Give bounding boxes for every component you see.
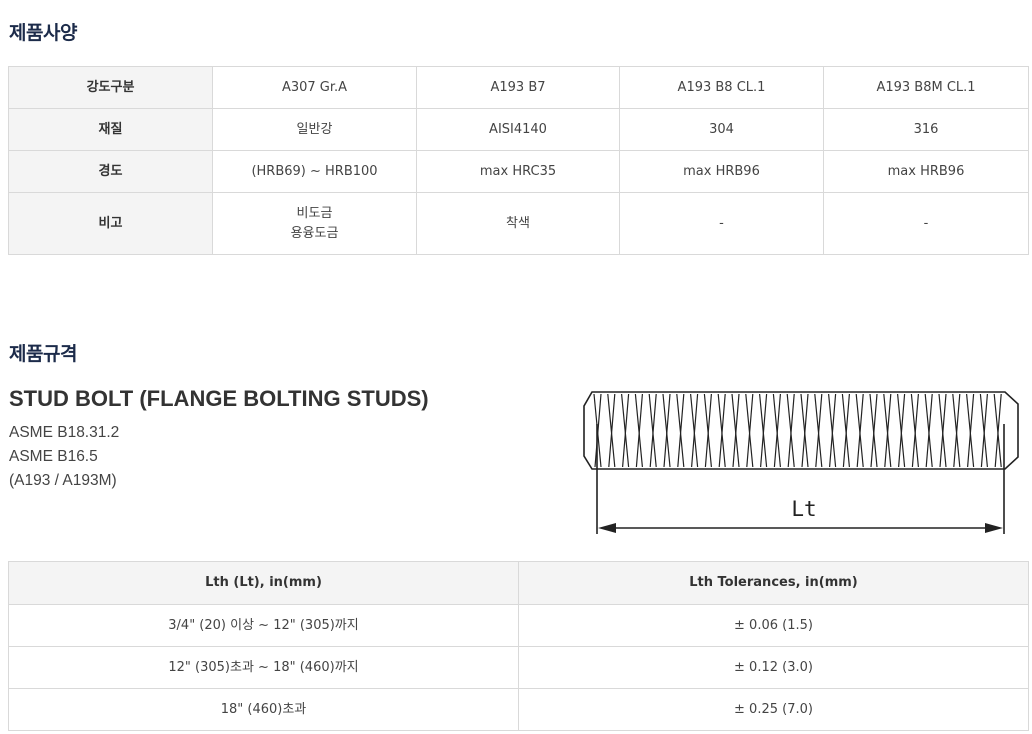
tolerance-cell: ± 0.06 (1.5) — [518, 604, 1029, 647]
table-row: 재질 일반강 AISI4140 304 316 — [8, 108, 1029, 151]
hardness-cell: max HRC35 — [416, 150, 620, 193]
stud-bolt-diagram: Lt — [583, 391, 1019, 534]
material-cell: 304 — [619, 108, 824, 151]
standard-line: (A193 / A193M) — [9, 472, 117, 489]
grade-cell: A193 B8M CL.1 — [823, 66, 1029, 109]
spec-table: 강도구분 A307 Gr.A A193 B7 A193 B8 CL.1 A193… — [8, 66, 1029, 255]
note-cell: - — [619, 192, 824, 255]
note-line: - — [719, 215, 724, 231]
note-cell: - — [823, 192, 1029, 255]
note-line: 착색 — [506, 215, 530, 231]
hardness-cell: (HRB69) ~ HRB100 — [212, 150, 417, 193]
note-line: 비도금 — [296, 205, 333, 221]
tolerance-cell: ± 0.12 (3.0) — [518, 646, 1029, 689]
grade-cell: A193 B8 CL.1 — [619, 66, 824, 109]
spec-section-title: 제품사양 — [9, 22, 77, 44]
column-header: Lth Tolerances, in(mm) — [518, 561, 1029, 605]
table-row: 18" (460)초과 ± 0.25 (7.0) — [8, 688, 1029, 731]
length-cell: 18" (460)초과 — [8, 688, 519, 731]
length-label: Lt — [791, 497, 816, 521]
length-cell: 12" (305)초과 ~ 18" (460)까지 — [8, 646, 519, 689]
standard-line: ASME B18.31.2 — [9, 424, 120, 441]
row-header: 경도 — [8, 150, 213, 193]
note-line: - — [923, 215, 929, 231]
table-row: 경도 (HRB69) ~ HRB100 max HRC35 max HRB96 … — [8, 150, 1029, 193]
material-cell: AISI4140 — [416, 108, 620, 151]
grade-cell: A307 Gr.A — [212, 66, 417, 109]
tolerance-cell: ± 0.25 (7.0) — [518, 688, 1029, 731]
hardness-cell: max HRB96 — [823, 150, 1029, 193]
table-row: 3/4" (20) 이상 ~ 12" (305)까지 ± 0.06 (1.5) — [8, 604, 1029, 647]
row-header: 재질 — [8, 108, 213, 151]
standard-section-title: 제품규격 — [9, 343, 77, 365]
grade-cell: A193 B7 — [416, 66, 620, 109]
hardness-cell: max HRB96 — [619, 150, 824, 193]
material-cell: 316 — [823, 108, 1029, 151]
material-cell: 일반강 — [212, 108, 417, 151]
table-row: 강도구분 A307 Gr.A A193 B7 A193 B8 CL.1 A193… — [8, 66, 1029, 109]
row-header: 강도구분 — [8, 66, 213, 109]
note-line: 용융도금 — [290, 225, 339, 241]
product-title: STUD BOLT (FLANGE BOLTING STUDS) — [9, 386, 429, 411]
column-header: Lth (Lt), in(mm) — [8, 561, 519, 605]
note-cell: 착색 — [416, 192, 620, 255]
row-header: 비고 — [8, 192, 213, 255]
table-row: 비고 비도금 용융도금 착색 - - — [8, 192, 1029, 255]
length-cell: 3/4" (20) 이상 ~ 12" (305)까지 — [8, 604, 519, 647]
length-tolerance-table: Lth (Lt), in(mm) Lth Tolerances, in(mm) … — [8, 561, 1029, 731]
table-header-row: Lth (Lt), in(mm) Lth Tolerances, in(mm) — [8, 561, 1029, 605]
standard-line: ASME B16.5 — [9, 448, 98, 465]
table-row: 12" (305)초과 ~ 18" (460)까지 ± 0.12 (3.0) — [8, 646, 1029, 689]
note-cell: 비도금 용융도금 — [212, 192, 417, 255]
